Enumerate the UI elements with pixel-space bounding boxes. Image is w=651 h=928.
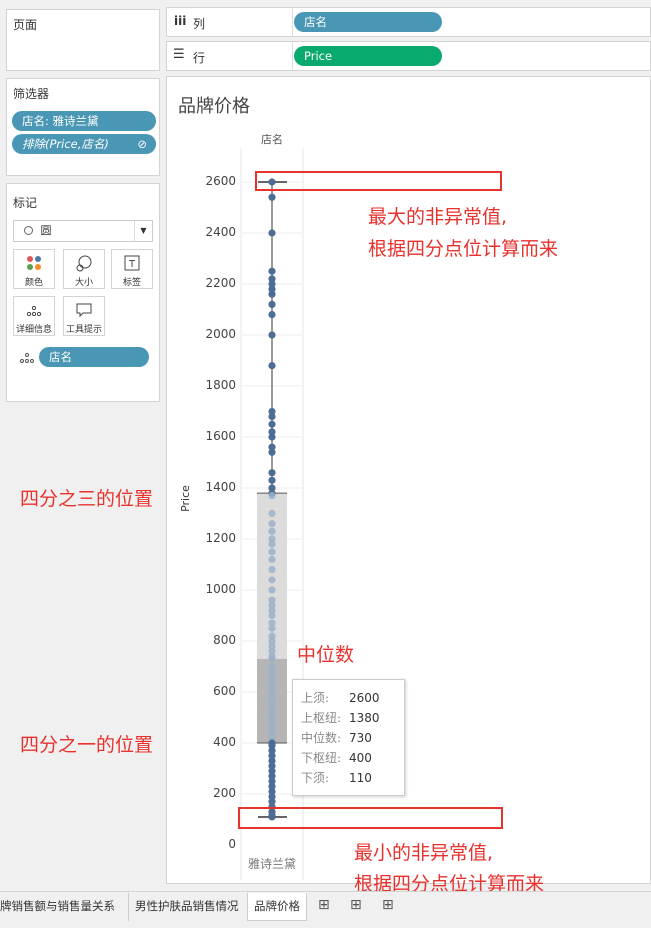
y-tick-label: 1200 [205,531,236,545]
columns-icon: iii [174,14,187,28]
y-tick-label: 1800 [205,378,236,392]
annotation-q1: 四分之一的位置 [20,734,154,756]
rows-icon: ☰ [173,47,185,62]
y-tick-label: 2600 [205,174,236,188]
tab-brand-sales[interactable]: 牌销售额与销售量关系 [0,893,121,921]
tab-men-skincare[interactable]: 男性护肤品销售情况 [128,893,245,921]
max-highlight-box [255,171,502,191]
filters-title: 筛选器 [13,87,50,101]
tooltip-value: 1380 [349,711,380,725]
y-tick-label: 1000 [205,582,236,596]
tooltip-row: 上枢纽: 1380 [301,709,380,726]
tooltip-row: 下枢纽: 400 [301,749,372,766]
marks-field-pill[interactable]: 店名 [39,347,149,367]
columns-pill[interactable]: 店名 [294,12,442,32]
filters-panel: 筛选器 店名: 雅诗兰黛 排除(Price,店名) ⊘ [6,78,160,176]
detail-button-label: 详细信息 [15,325,52,335]
marks-title: 标记 [13,196,38,210]
mark-type-select[interactable]: 圆 ▼ [13,220,153,242]
tooltip-value: 730 [349,731,372,745]
y-tick-label: 1600 [205,429,236,443]
rows-pill[interactable]: Price [294,46,442,66]
tooltip-icon [76,303,92,318]
color-dots-icon [27,256,41,270]
y-tick-label: 2000 [205,327,236,341]
tooltip-key: 上须: [301,691,330,705]
shelf-divider [292,42,293,70]
link-icon: ⊘ [137,137,147,151]
detail-dots-icon [26,305,42,317]
columns-label: 列 [193,17,206,31]
tooltip-row: 上须: 2600 [301,689,380,706]
tooltip-row: 中位数: 730 [301,729,372,746]
rows-shelf: ☰ 行 Price [166,41,651,71]
annotation-max-line2: 根据四分点位计算而来 [368,238,559,260]
new-story-icon[interactable]: ⊞ [382,897,394,913]
label-button[interactable]: T 标签 [111,249,153,289]
mark-type-label: 圆 [40,224,52,237]
svg-text:T: T [128,259,136,270]
annotation-min-line1: 最小的非异常值, [354,842,494,864]
tooltip-box: 上须: 2600 上枢纽: 1380 中位数: 730 下枢纽: 400 下须: 110 [292,679,405,796]
marks-panel: 标记 圆 ▼ 颜色 大小 T 标签 详细信息 工具提示 店名 [6,183,160,402]
tooltip-value: 110 [349,771,372,785]
annotation-q3: 四分之三的位置 [20,488,154,510]
tooltip-key: 下枢纽: [301,751,342,765]
shelf-divider [292,8,293,36]
rows-label: 行 [193,51,206,65]
size-button-label: 大小 [74,278,93,288]
filter-pill-exclude[interactable]: 排除(Price,店名) ⊘ [12,134,156,154]
color-button-label: 颜色 [24,278,43,288]
view-area: 品牌价格 店名 [166,76,651,884]
y-tick-label: 2400 [205,225,236,239]
size-button[interactable]: 大小 [63,249,105,289]
color-button[interactable]: 颜色 [13,249,55,289]
annotation-median: 中位数 [297,644,355,666]
columns-shelf: iii 列 店名 [166,7,651,37]
size-icon [76,255,92,272]
y-tick-label: 800 [213,633,236,647]
tooltip-button-label: 工具提示 [65,325,102,335]
tooltip-key: 上枢纽: [301,711,342,725]
new-worksheet-icon[interactable]: ⊞ [318,897,330,913]
y-tick-label: 600 [213,684,236,698]
tooltip-key: 中位数: [301,731,342,745]
tooltip-key: 下须: [301,771,330,785]
label-button-label: 标签 [122,278,141,288]
y-tick-label: 200 [213,786,236,800]
new-dashboard-icon[interactable]: ⊞ [350,897,362,913]
circle-icon [24,226,33,235]
tooltip-value: 400 [349,751,372,765]
detail-dots-icon [20,353,34,363]
y-tick-label: 2200 [205,276,236,290]
tooltip-button[interactable]: 工具提示 [63,296,105,336]
pages-title: 页面 [13,18,38,32]
filter-pill-exclude-label: 排除(Price,店名) [22,137,109,151]
annotation-max-line1: 最大的非异常值, [368,206,508,228]
column-header: 店名 [261,133,283,146]
y-tick-label: 0 [228,837,236,851]
pages-panel: 页面 [6,9,160,71]
tab-brand-price[interactable]: 品牌价格 [247,893,307,921]
view-title: 品牌价格 [178,96,250,117]
chevron-down-icon: ▼ [134,221,152,241]
tooltip-value: 2600 [349,691,380,705]
tooltip-row: 下须: 110 [301,769,372,786]
x-category-label: 雅诗兰黛 [248,857,297,871]
detail-button[interactable]: 详细信息 [13,296,55,336]
label-T-icon: T [124,255,140,271]
y-tick-label: 1400 [205,480,236,494]
filter-pill-store[interactable]: 店名: 雅诗兰黛 [12,111,156,131]
y-tick-label: 400 [213,735,236,749]
min-highlight-box [238,807,503,829]
